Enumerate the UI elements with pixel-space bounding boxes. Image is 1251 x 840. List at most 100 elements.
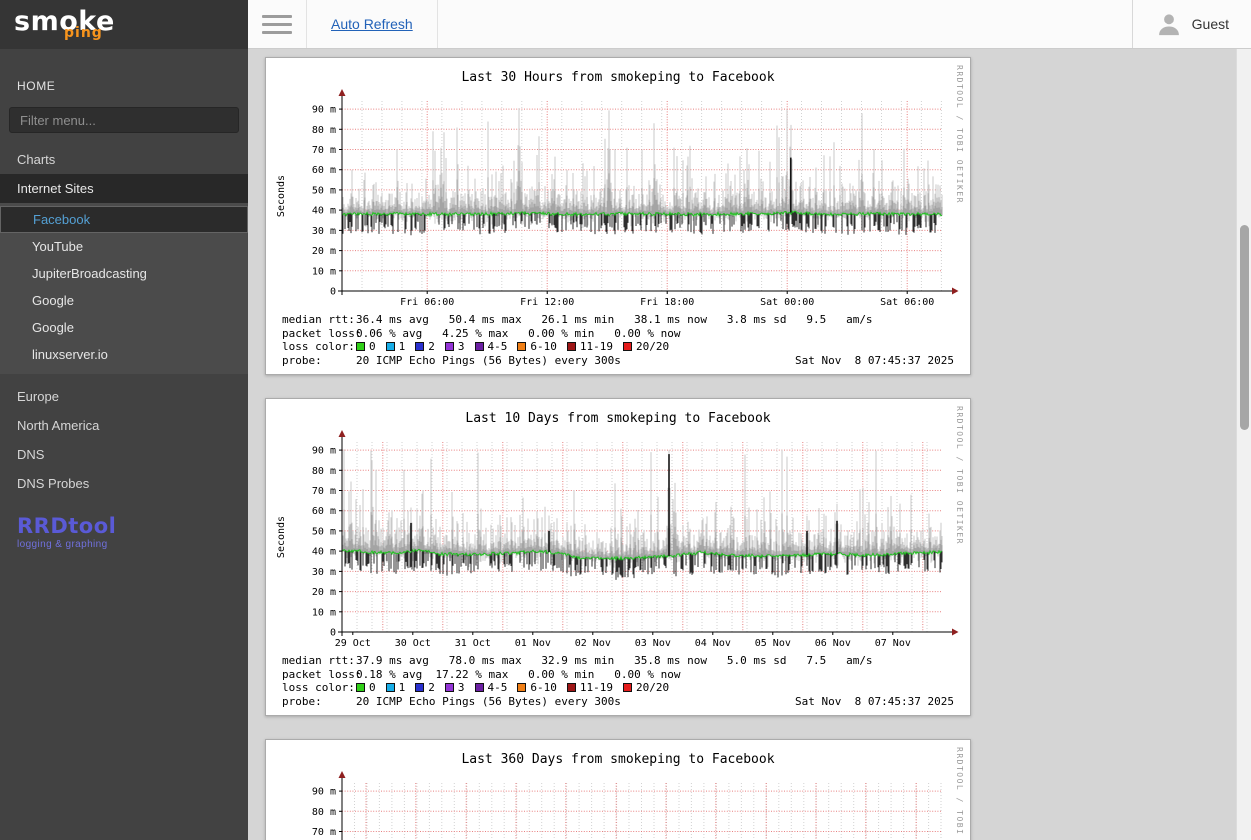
loss-color-swatch: [623, 342, 632, 351]
graph-card-10-days: Last 10 Days from smokeping to Facebook …: [265, 398, 971, 716]
loss-color-swatch: [517, 683, 526, 692]
stat-label: packet loss:: [282, 327, 356, 341]
rrdtool-logo[interactable]: RRDtool logging & graphing: [17, 514, 231, 550]
loss-legend-item: 11-19: [567, 681, 613, 695]
sidebar: HOME Charts Internet Sites Facebook YouT…: [0, 49, 248, 840]
scrollbar[interactable]: [1236, 49, 1251, 840]
svg-text:30 m: 30 m: [312, 226, 336, 237]
loss-color-swatch: [475, 342, 484, 351]
sidebar-item-dns[interactable]: DNS: [0, 440, 248, 469]
loss-legend-item: 2: [415, 340, 435, 354]
sidebar-item-youtube[interactable]: YouTube: [0, 233, 248, 260]
stat-label: median rtt:: [282, 654, 356, 668]
sidebar-item-google-2[interactable]: Google: [0, 314, 248, 341]
rrdtool-watermark: RRDTOOL / TOBI OETIKER: [955, 747, 964, 840]
toolbar-divider: [437, 0, 438, 48]
svg-text:Sat 00:00: Sat 00:00: [760, 297, 814, 308]
stat-label: median rtt:: [282, 313, 356, 327]
rrdtool-logo-subtitle: logging & graphing: [17, 539, 231, 550]
sidebar-item-internet-sites[interactable]: Internet Sites: [0, 174, 248, 203]
sidebar-item-north-america[interactable]: North America: [0, 411, 248, 440]
stat-label: loss color:: [282, 681, 356, 695]
svg-text:0: 0: [330, 628, 336, 639]
stat-label: loss color:: [282, 340, 356, 354]
svg-text:06 Nov: 06 Nov: [815, 638, 851, 649]
loss-color-swatch: [445, 683, 454, 692]
loss-legend-label: 1: [399, 681, 406, 695]
sidebar-item-home[interactable]: HOME: [0, 49, 248, 107]
svg-text:80 m: 80 m: [312, 125, 336, 136]
loss-legend-label: 1: [399, 340, 406, 354]
loss-color-swatch: [356, 342, 365, 351]
graph-stats: median rtt:36.4 ms avg 50.4 ms max 26.1 …: [282, 313, 956, 367]
loss-legend-item: 6-10: [517, 681, 557, 695]
loss-legend-label: 11-19: [580, 681, 613, 695]
loss-legend-item: 6-10: [517, 340, 557, 354]
loss-color-swatch: [623, 683, 632, 692]
user-menu[interactable]: Guest: [1132, 0, 1251, 48]
loss-legend-label: 0: [369, 340, 376, 354]
menu-icon: [262, 15, 292, 18]
loss-legend-label: 4-5: [488, 340, 508, 354]
stat-label: probe:: [282, 695, 356, 709]
loss-legend-item: 11-19: [567, 340, 613, 354]
svg-text:Fri 06:00: Fri 06:00: [400, 297, 454, 308]
graph-timestamp: Sat Nov 8 07:45:37 2025: [795, 354, 956, 368]
rrd-graph-10-days[interactable]: 010 m20 m30 m40 m50 m60 m70 m80 m90 m29 …: [268, 428, 968, 650]
stat-value: 0.06 % avg 4.25 % max 0.00 % min 0.00 % …: [356, 327, 681, 341]
loss-legend-label: 0: [369, 681, 376, 695]
svg-text:40 m: 40 m: [312, 547, 336, 558]
app-logo[interactable]: smoke ping: [0, 0, 248, 49]
sidebar-item-linuxserver-io[interactable]: linuxserver.io: [0, 341, 248, 368]
rrd-graph-360-days[interactable]: 010 m20 m30 m40 m50 m60 m70 m80 m90 mSec…: [268, 769, 968, 840]
sidebar-item-jupiterbroadcasting[interactable]: JupiterBroadcasting: [0, 260, 248, 287]
loss-color-swatch: [415, 342, 424, 351]
loss-legend-item: 2: [415, 681, 435, 695]
loss-color-swatch: [415, 683, 424, 692]
loss-legend-item: 1: [386, 681, 406, 695]
menu-toggle-button[interactable]: [248, 0, 306, 48]
svg-text:02 Nov: 02 Nov: [575, 638, 611, 649]
stat-value: 36.4 ms avg 50.4 ms max 26.1 ms min 38.1…: [356, 313, 873, 327]
rrdtool-watermark: RRDTOOL / TOBI OETIKER: [955, 406, 964, 545]
svg-text:04 Nov: 04 Nov: [695, 638, 731, 649]
graph-stats: median rtt:37.9 ms avg 78.0 ms max 32.9 …: [282, 654, 956, 708]
sidebar-item-europe[interactable]: Europe: [0, 382, 248, 411]
stat-label: packet loss:: [282, 668, 356, 682]
sidebar-item-charts[interactable]: Charts: [0, 145, 248, 174]
loss-legend-label: 4-5: [488, 681, 508, 695]
loss-legend-label: 6-10: [530, 681, 557, 695]
loss-legend-item: 20/20: [623, 340, 669, 354]
stat-value: 0.18 % avg 17.22 % max 0.00 % min 0.00 %…: [356, 668, 681, 682]
graph-timestamp: Sat Nov 8 07:45:37 2025: [795, 695, 956, 709]
rrdtool-logo-title: RRDtool: [17, 514, 231, 538]
svg-text:90 m: 90 m: [312, 105, 336, 116]
svg-text:05 Nov: 05 Nov: [755, 638, 791, 649]
svg-text:07 Nov: 07 Nov: [875, 638, 911, 649]
loss-legend-item: 4-5: [475, 340, 508, 354]
filter-input[interactable]: [9, 107, 239, 133]
svg-text:60 m: 60 m: [312, 165, 336, 176]
loss-legend-label: 11-19: [580, 340, 613, 354]
sidebar-item-facebook[interactable]: Facebook: [0, 206, 248, 233]
svg-text:80 m: 80 m: [312, 466, 336, 477]
graph-title: Last 360 Days from smokeping to Facebook: [266, 752, 970, 767]
auto-refresh-link[interactable]: Auto Refresh: [307, 0, 437, 48]
svg-text:70 m: 70 m: [312, 827, 336, 838]
svg-text:50 m: 50 m: [312, 526, 336, 537]
loss-color-swatch: [356, 683, 365, 692]
svg-text:Seconds: Seconds: [276, 175, 287, 217]
stat-label: probe:: [282, 354, 356, 368]
svg-text:Fri 18:00: Fri 18:00: [640, 297, 694, 308]
graph-title: Last 10 Days from smokeping to Facebook: [266, 411, 970, 426]
sidebar-item-dns-probes[interactable]: DNS Probes: [0, 469, 248, 498]
sidebar-item-google-1[interactable]: Google: [0, 287, 248, 314]
svg-text:10 m: 10 m: [312, 266, 336, 277]
loss-legend-label: 3: [458, 681, 465, 695]
loss-legend-item: 3: [445, 340, 465, 354]
svg-text:20 m: 20 m: [312, 246, 336, 257]
graph-title: Last 30 Hours from smokeping to Facebook: [266, 70, 970, 85]
svg-text:10 m: 10 m: [312, 607, 336, 618]
scrollbar-thumb[interactable]: [1240, 225, 1249, 430]
rrd-graph-30-hours[interactable]: 010 m20 m30 m40 m50 m60 m70 m80 m90 mFri…: [268, 87, 968, 309]
